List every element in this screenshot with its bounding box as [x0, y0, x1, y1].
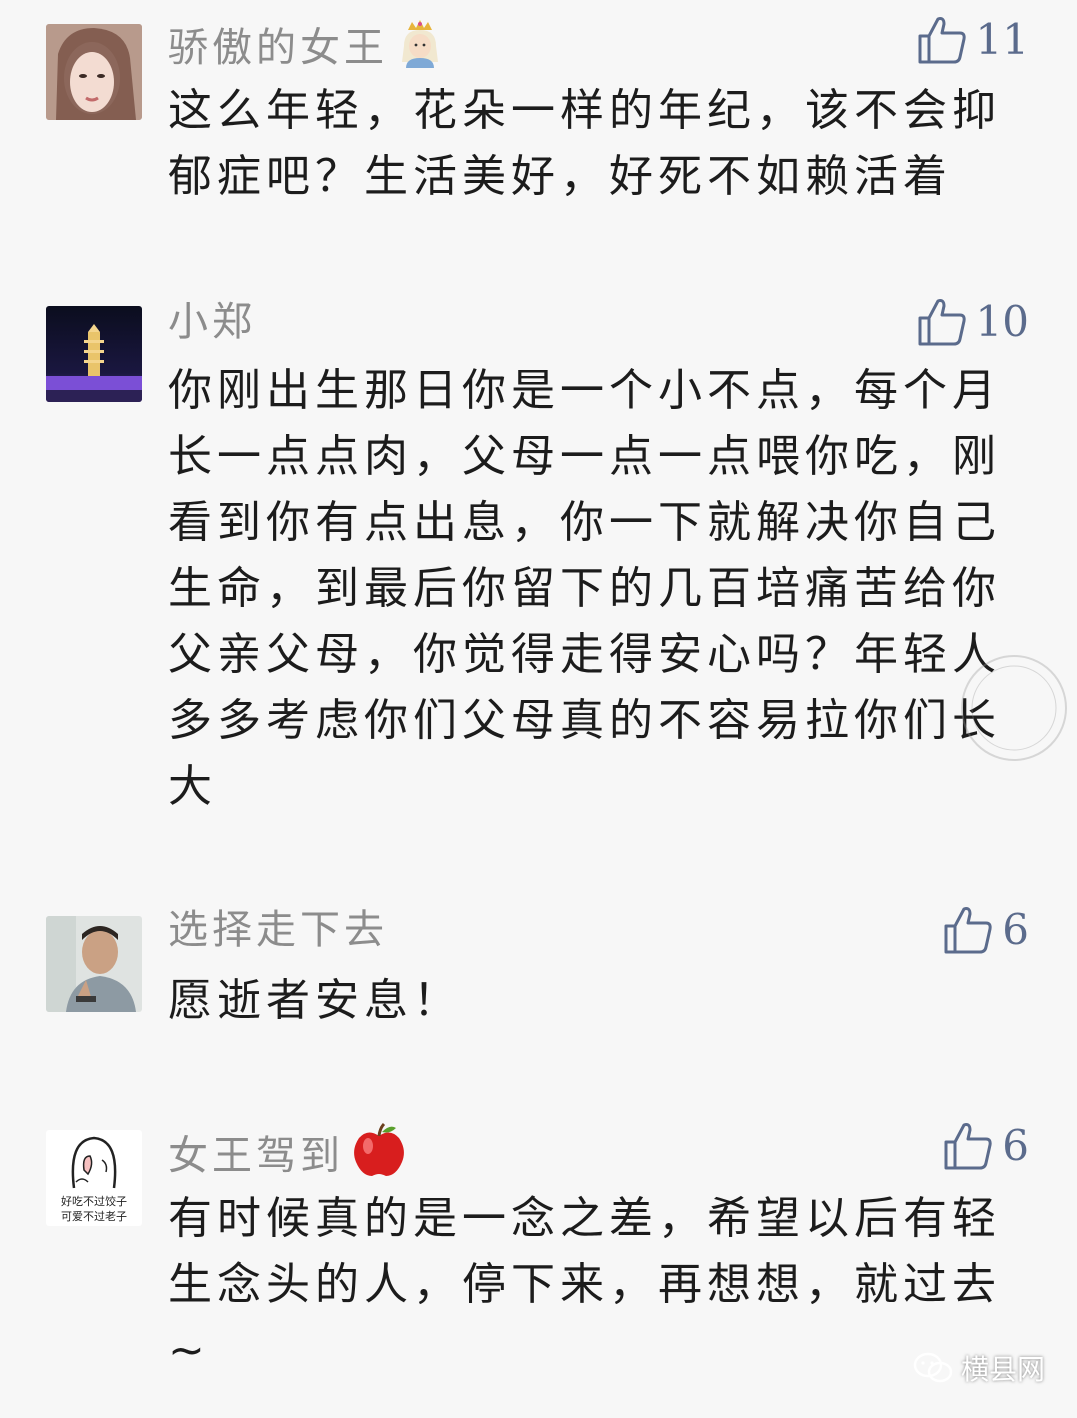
source-name: 横县网 [960, 1353, 1045, 1386]
wechat-icon [913, 1352, 953, 1383]
like-count: 6 [1002, 1121, 1029, 1170]
source-watermark: 横县网 [913, 1348, 1045, 1388]
comment-text: 有时候真的是一念之差，希望以后有轻生念头的人，停下来，再想想，就过去~ [168, 1193, 1001, 1376]
avatar[interactable] [46, 916, 142, 1012]
avatar-caption-line: 可爱不过老子 [61, 1210, 127, 1223]
princess-emoji-icon [394, 16, 446, 79]
comment-text: 你刚出生那日你是一个小不点，每个月长一点点肉，父母一点一点喂你吃，刚看到你有点出… [168, 365, 1001, 812]
apple-emoji-icon [350, 1122, 408, 1189]
like-button[interactable]: 6 [942, 902, 1029, 958]
avatar-photo [46, 306, 142, 402]
cartoon-ghost-icon [71, 1136, 117, 1189]
thumbs-up-icon [944, 1123, 992, 1170]
like-count: 10 [975, 297, 1029, 346]
username[interactable]: 选择走下去 [168, 906, 388, 954]
username-text: 选择走下去 [168, 907, 388, 953]
username-text: 骄傲的女王 [168, 24, 388, 71]
username[interactable]: 骄傲的女王 [168, 16, 446, 79]
thumbs-up-icon [918, 299, 966, 346]
avatar-caption: 好吃不过饺子 可爱不过老子 [46, 1194, 142, 1224]
thumbs-up-icon [918, 17, 966, 64]
username[interactable]: 女王驾到 [168, 1122, 408, 1189]
username[interactable]: 小郑 [168, 298, 256, 346]
avatar-photo [46, 916, 142, 1012]
thumbs-up-icon [944, 907, 992, 954]
like-button[interactable]: 6 [942, 1118, 1029, 1174]
username-text: 小郑 [168, 299, 256, 345]
watermark-stamp [955, 652, 1073, 764]
avatar-caption-line: 好吃不过饺子 [61, 1195, 127, 1208]
like-button[interactable]: 10 [916, 294, 1029, 350]
avatar[interactable] [46, 24, 142, 120]
like-count: 11 [975, 15, 1029, 64]
avatar-photo [46, 24, 142, 120]
comment-text: 这么年轻，花朵一样的年纪，该不会抑郁症吧？生活美好，好死不如赖活着 [168, 85, 1001, 202]
like-button[interactable]: 11 [916, 12, 1029, 68]
avatar[interactable]: 好吃不过饺子 可爱不过老子 [46, 1130, 142, 1226]
avatar[interactable] [46, 306, 142, 402]
like-count: 6 [1002, 905, 1029, 954]
comment-text: 愿逝者安息！ [168, 975, 462, 1026]
username-text: 女王驾到 [168, 1132, 344, 1179]
